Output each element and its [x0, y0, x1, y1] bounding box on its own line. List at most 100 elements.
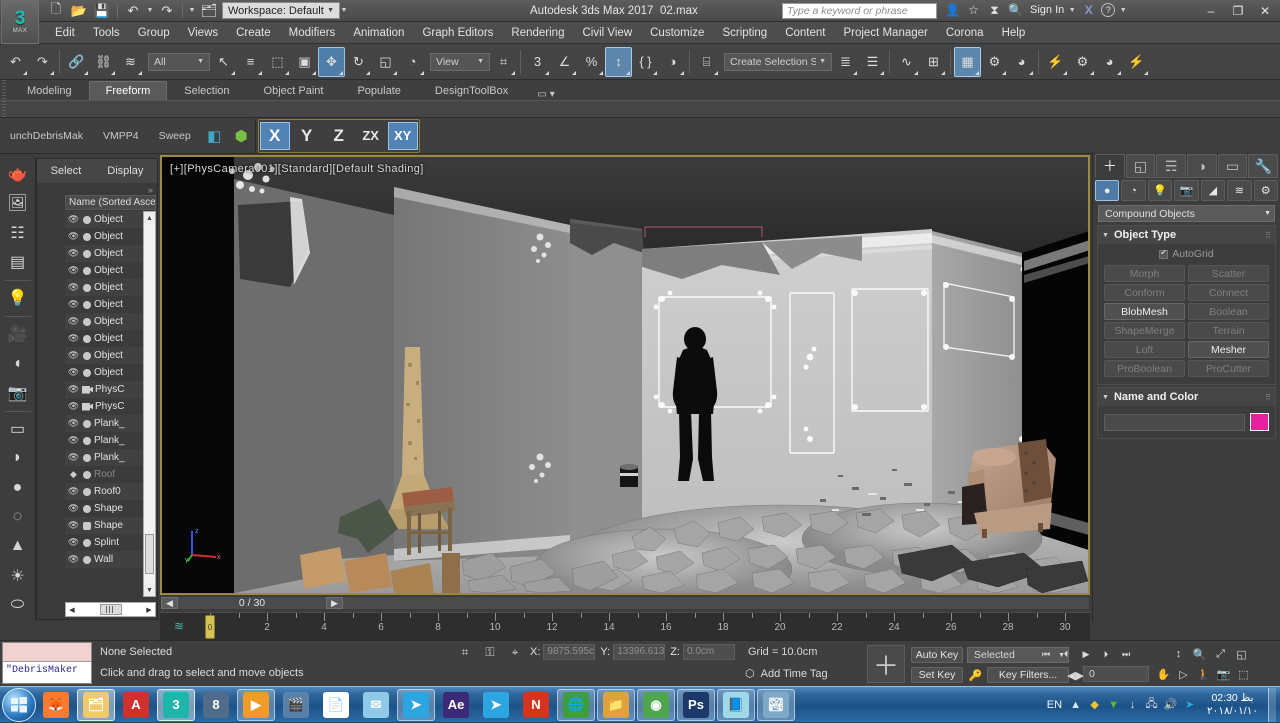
scroll-left-icon[interactable]: ◀	[67, 606, 77, 614]
3dsmax-taskbar-icon[interactable]: 3	[157, 688, 195, 721]
select-and-rotate-button[interactable]: ↻	[345, 47, 372, 77]
star-icon[interactable]: ☆	[965, 1, 982, 19]
workspace-overflow-icon[interactable]: ▼	[340, 7, 348, 14]
motion-tab[interactable]: ◑	[1187, 154, 1217, 178]
script-button-unchdebrismak[interactable]: unchDebrisMak	[0, 130, 93, 142]
minimize-window-button[interactable]: –	[1198, 1, 1224, 21]
menu-item-help[interactable]: Help	[993, 24, 1035, 42]
current-frame-spinner[interactable]: 0	[1083, 666, 1149, 682]
layer-explorer-button[interactable]: ≣	[832, 47, 859, 77]
time-slider-handle[interactable]: 0	[205, 615, 215, 639]
workspace-selector[interactable]: Workspace: Default ▼	[222, 2, 340, 19]
window-crossing-toggle-button[interactable]: ▣	[291, 47, 318, 77]
menu-item-create[interactable]: Create	[227, 24, 280, 42]
teapot-primitive-icon[interactable]: 🫖	[3, 160, 33, 188]
menu-item-rendering[interactable]: Rendering	[502, 24, 573, 42]
render-preview-icon[interactable]: 🖼	[3, 189, 33, 217]
object-type-button-loft[interactable]: Loft	[1104, 341, 1185, 358]
scene-explorer-menu-select[interactable]: Select	[51, 165, 82, 177]
auto-key-button[interactable]: Auto Key	[911, 647, 963, 663]
menu-item-modifiers[interactable]: Modifiers	[280, 24, 345, 42]
object-type-button-shapemerge[interactable]: ShapeMerge	[1104, 322, 1185, 339]
material-browser-icon[interactable]: ▤	[3, 248, 33, 276]
play-animation-button[interactable]: ▶	[1077, 646, 1095, 662]
scene-explorer-menu-display[interactable]: Display	[107, 165, 143, 177]
visibility-eye-icon[interactable]: 👁	[67, 452, 80, 463]
absolute-relative-mode-icon[interactable]: ⌖	[505, 643, 525, 661]
save-file-icon[interactable]: 💾	[92, 2, 112, 20]
walkthrough-button[interactable]: 🚶	[1195, 666, 1212, 682]
mail-taskbar-icon[interactable]: ✉	[357, 689, 395, 721]
autocad-taskbar-icon[interactable]: A	[117, 689, 155, 721]
maxscript-output-line[interactable]: "DebrisMaker	[3, 662, 91, 683]
name-and-color-rollout-header[interactable]: ▼ Name and Color ⠿	[1098, 388, 1275, 406]
menu-item-civil-view[interactable]: Civil View	[573, 24, 641, 42]
viewport-label[interactable]: [+][PhysCamera001][Standard][Default Sha…	[170, 163, 424, 175]
undo-icon[interactable]: ↶	[123, 2, 143, 20]
unwrap-icon[interactable]: ◧	[201, 121, 228, 151]
modify-tab[interactable]: ◱	[1125, 154, 1156, 178]
add-time-tag-plus-button[interactable]: ＋	[867, 645, 905, 683]
search-input[interactable]: Type a keyword or phrase	[782, 3, 937, 19]
maxscript-input-line[interactable]	[3, 643, 91, 662]
visibility-eye-icon[interactable]: 👁	[67, 333, 80, 344]
visibility-eye-icon[interactable]: 👁	[67, 231, 80, 242]
axis-constraint-z-button[interactable]: Z	[324, 122, 354, 150]
scroll-right-icon[interactable]: ▶	[144, 606, 154, 614]
selection-lock-toggle-icon[interactable]: ⚿	[480, 643, 500, 661]
named-selection-set-dropdown[interactable]: Create Selection Se ▼	[724, 52, 832, 71]
binoculars-icon[interactable]: 🔍	[1007, 1, 1024, 19]
visibility-eye-icon[interactable]: 👁	[67, 265, 80, 276]
open-file-icon[interactable]: 📂	[69, 2, 89, 20]
chevron-down-icon[interactable]: ▾	[550, 89, 555, 100]
sphere-dome-icon[interactable]: ◗	[3, 444, 33, 472]
spinner-snap-toggle-button[interactable]: ↕	[605, 46, 632, 77]
antivirus-tray-icon[interactable]: ◆	[1087, 697, 1102, 712]
ribbon-tab-populate[interactable]: Populate	[340, 81, 417, 100]
menu-item-edit[interactable]: Edit	[46, 24, 84, 42]
zoom-extents-button[interactable]: ⤢	[1212, 646, 1229, 662]
visibility-eye-icon[interactable]: 👁	[67, 350, 80, 361]
goto-end-button[interactable]: ⏭	[1117, 646, 1135, 662]
visibility-eye-icon[interactable]: 👁	[67, 384, 80, 395]
helpers-subtab[interactable]: ◢	[1200, 180, 1226, 201]
rendered-frame-window-button[interactable]: ◕	[1096, 47, 1123, 77]
ribbon-grip[interactable]	[2, 80, 6, 118]
visibility-eye-icon[interactable]: 👁	[67, 486, 80, 497]
snaps-toggle-button[interactable]: 3	[524, 47, 551, 77]
language-indicator[interactable]: EN	[1047, 699, 1062, 711]
open-mini-curve-editor-icon[interactable]: ≋	[174, 619, 184, 633]
axis-constraint-zx-button[interactable]: ZX	[356, 122, 386, 150]
selection-filter-dropdown[interactable]: All ▼	[148, 52, 210, 71]
script-button-vmpp4[interactable]: VMPP4	[93, 130, 149, 142]
taskbar-clock[interactable]: 02:30 بظ ٢٠١٨/٠١/١٠	[1203, 692, 1262, 718]
visibility-eye-icon[interactable]: 👁	[67, 537, 80, 548]
scroll-up-icon[interactable]: ▲	[144, 212, 155, 224]
object-type-button-mesher[interactable]: Mesher	[1188, 341, 1269, 358]
material-library-icon[interactable]: ☷	[3, 219, 33, 247]
history-chevron-icon[interactable]: ▼	[188, 7, 196, 14]
previous-frame-button[interactable]: ◀	[161, 597, 178, 609]
space-warps-subtab[interactable]: ≋	[1227, 180, 1252, 201]
scene-explorer-overflow-icon[interactable]: »	[148, 185, 153, 195]
menu-item-graph-editors[interactable]: Graph Editors	[413, 24, 502, 42]
object-type-button-morph[interactable]: Morph	[1104, 265, 1185, 282]
internet-download-manager-taskbar-icon[interactable]: 🌐	[557, 688, 595, 721]
next-frame-button[interactable]: ▶	[326, 597, 343, 609]
select-object-button[interactable]: ↖	[210, 47, 237, 77]
update-tray-icon[interactable]: ▼	[1106, 697, 1121, 712]
object-type-button-procutter[interactable]: ProCutter	[1188, 360, 1269, 377]
menu-item-content[interactable]: Content	[776, 24, 834, 42]
visibility-eye-icon[interactable]: ◆	[67, 469, 80, 480]
render-production-button[interactable]: ⚡	[1123, 47, 1150, 77]
history-chevron-icon[interactable]: ▼	[146, 7, 154, 14]
x-coordinate-input[interactable]: 9875.595cm	[543, 644, 596, 660]
bind-to-space-warp-button[interactable]: ≋	[117, 47, 144, 77]
zoom-region-button[interactable]: ◱	[1233, 646, 1250, 662]
help-icon[interactable]: ?	[1101, 3, 1116, 17]
object-type-button-boolean[interactable]: Boolean	[1188, 303, 1269, 320]
mirror-button[interactable]: ◑	[659, 47, 686, 77]
z-coordinate-input[interactable]: 0.0cm	[682, 644, 735, 660]
add-time-tag-area[interactable]: ⬡ Add Time Tag	[745, 667, 828, 681]
schematic-view-button[interactable]: ⊞	[920, 47, 947, 77]
